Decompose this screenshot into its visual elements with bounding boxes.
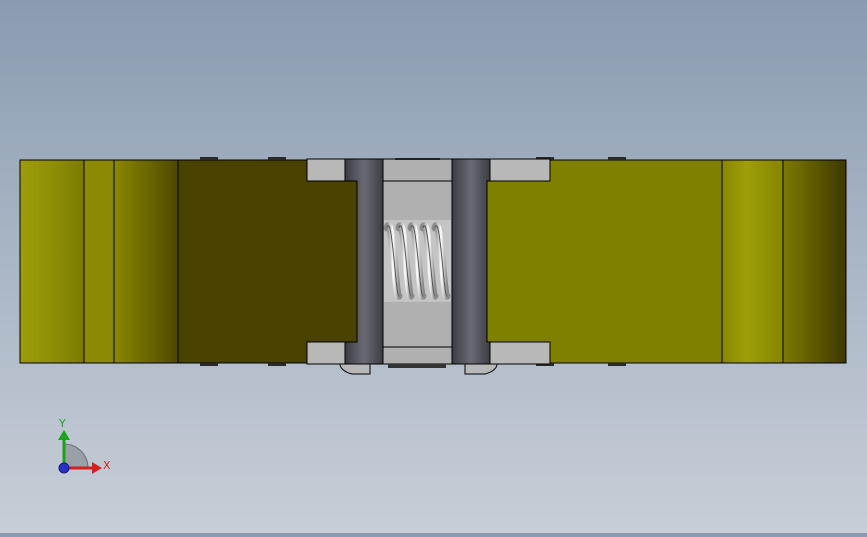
z-axis-dot [58,462,70,474]
right-body-rounded-face [721,159,784,364]
x-axis-label: X [103,459,111,472]
right-body-end-face [782,159,847,364]
y-axis-label: Y [58,417,66,430]
right-body-face [485,159,723,364]
graphics-viewport[interactable]: Y X [0,0,867,533]
right-cap-bottom [489,341,551,365]
left-foot [339,363,371,375]
right-foot [464,363,498,375]
compression-spring [383,220,451,302]
right-cap-top [489,158,551,182]
left-body-end-face [19,159,85,364]
right-pin [451,158,491,365]
left-body-recess [177,159,359,364]
model-view[interactable]: Y X [0,0,867,533]
x-axis-arrow [92,462,102,474]
left-body-ramp [113,159,179,364]
left-body-step [83,159,115,364]
axis-triad: Y X [58,417,111,474]
center-foot [388,364,446,368]
y-axis-arrow [58,430,70,440]
right-body[interactable] [485,159,847,364]
left-body[interactable] [19,159,359,364]
